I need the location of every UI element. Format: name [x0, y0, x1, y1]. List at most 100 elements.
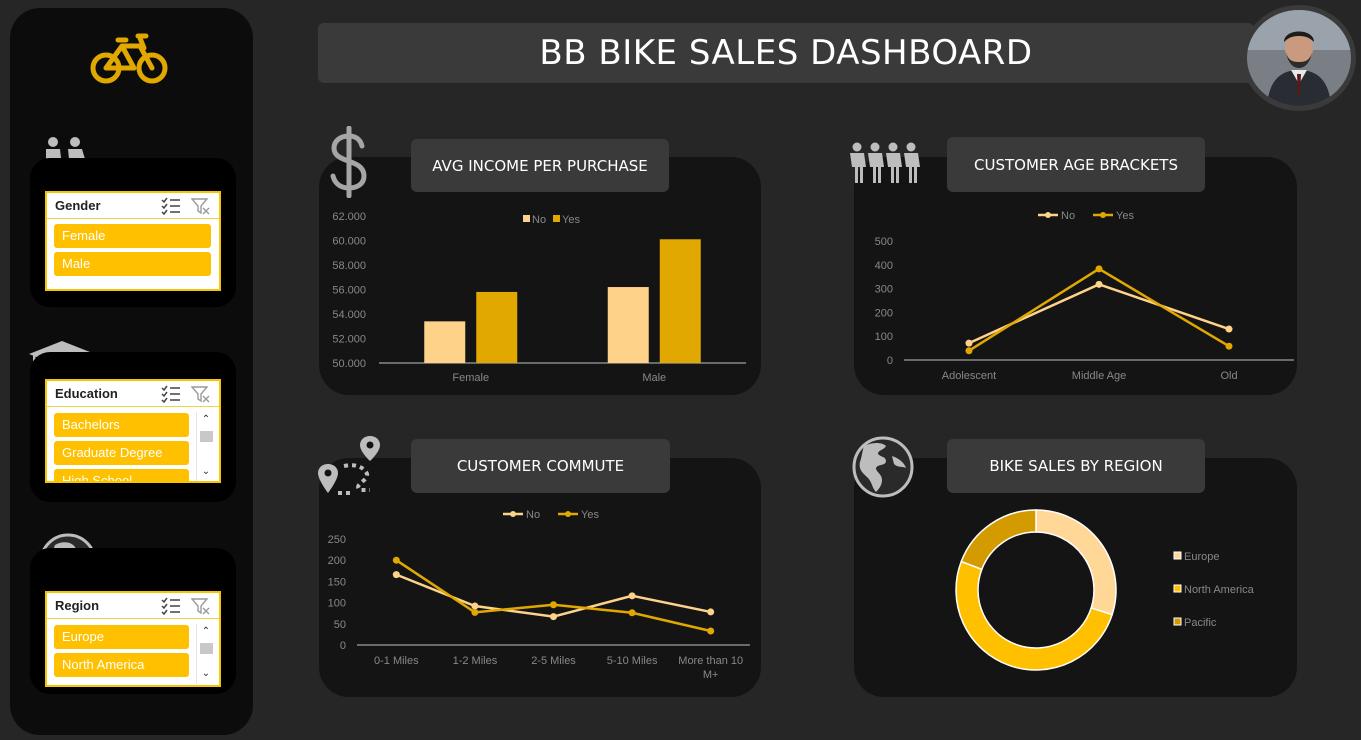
- bar: [476, 291, 518, 363]
- multi-select-icon[interactable]: [161, 385, 181, 403]
- data-point: [1225, 325, 1233, 333]
- slicer-item-graduate-degree[interactable]: Graduate Degree: [54, 441, 189, 465]
- legend-label: No: [526, 509, 540, 521]
- avatar-image: [1247, 10, 1351, 106]
- slicer-item-high-school[interactable]: High School: [54, 469, 189, 481]
- scroll-thumb[interactable]: [200, 643, 213, 654]
- legend-label: Yes: [581, 509, 599, 521]
- age-line-chart: No Yes 0 100 200 300 400 500 Adolescent Middle Ag…: [875, 210, 1294, 382]
- gender-slicer-title: Gender: [55, 198, 101, 213]
- scroll-down-icon[interactable]: ⌄: [197, 464, 215, 480]
- legend-label: North America: [1184, 584, 1255, 596]
- data-point: [628, 592, 636, 600]
- legend-marker: [523, 215, 530, 222]
- legend-marker: [1173, 617, 1182, 626]
- y-tick-label: 52.000: [332, 334, 366, 346]
- legend-label: No: [1061, 210, 1075, 222]
- education-slicer-title: Education: [55, 386, 118, 401]
- y-tick-label: 56.000: [332, 285, 366, 297]
- y-tick-label: 62.000: [332, 211, 366, 223]
- slicer-header: Education: [47, 381, 219, 407]
- x-tick-label: Old: [1220, 370, 1237, 382]
- data-point: [965, 347, 973, 355]
- legend-label: Yes: [562, 214, 580, 226]
- clear-filter-icon[interactable]: [191, 597, 211, 615]
- scroll-down-icon[interactable]: ⌄: [197, 666, 215, 682]
- y-tick-label: 54.000: [332, 309, 366, 321]
- x-tick-label: 2-5 Miles: [531, 655, 576, 667]
- y-tick-label: 200: [328, 555, 346, 567]
- slicer-header: Region: [47, 593, 219, 619]
- clear-filter-icon[interactable]: [191, 385, 211, 403]
- y-tick-label: 100: [328, 598, 346, 610]
- data-point: [392, 571, 400, 579]
- income-bar-chart: No Yes 50.000 52.000 54.000 56.000 58.000 60.00…: [332, 211, 746, 384]
- legend-marker: [553, 215, 560, 222]
- commute-line-chart: No Yes 0 50 100 150 200 250 0-1 Miles 1-2 Miles 2-…: [328, 509, 750, 681]
- legend-label: Yes: [1116, 210, 1134, 222]
- education-slicer: Education Bachelors Graduate Degree High…: [45, 379, 221, 483]
- donut-slice-pacific: [960, 509, 1037, 571]
- age-chart-title: CUSTOMER AGE BRACKETS: [947, 137, 1205, 192]
- scroll-up-icon[interactable]: ⌃: [197, 412, 215, 428]
- income-chart-title: AVG INCOME PER PURCHASE: [411, 139, 669, 192]
- scroll-up-icon[interactable]: ⌃: [197, 624, 215, 640]
- y-tick-label: 60.000: [332, 236, 366, 248]
- legend-marker-dot: [565, 511, 571, 517]
- y-tick-label: 100: [875, 331, 893, 343]
- x-tick-label: Male: [642, 372, 666, 384]
- legend-marker-dot: [1100, 212, 1106, 218]
- data-point: [628, 609, 636, 617]
- region-chart-title: BIKE SALES BY REGION: [947, 439, 1205, 493]
- x-tick-label: 0-1 Miles: [374, 655, 419, 667]
- data-point: [1225, 342, 1233, 350]
- slicer-header: Gender: [47, 193, 219, 219]
- region-slicer-title: Region: [55, 598, 100, 613]
- legend-label: Pacific: [1184, 617, 1217, 629]
- data-point: [707, 608, 715, 616]
- data-point: [392, 556, 400, 564]
- y-tick-label: 50: [334, 619, 346, 631]
- bar: [607, 287, 649, 363]
- user-avatar: [1242, 5, 1356, 111]
- y-tick-label: 400: [875, 260, 893, 272]
- series-line-no: [395, 573, 711, 618]
- x-tick-label: Middle Age: [1072, 370, 1126, 382]
- y-tick-label: 0: [340, 640, 346, 652]
- slicer-item-north-america[interactable]: North America: [54, 653, 189, 677]
- slicer-item-female[interactable]: Female: [54, 224, 211, 248]
- commute-chart-title: CUSTOMER COMMUTE: [411, 439, 670, 493]
- legend-marker-dot: [510, 511, 516, 517]
- slicer-scrollbar[interactable]: ⌃ ⌄: [196, 412, 215, 481]
- multi-select-icon[interactable]: [161, 197, 181, 215]
- y-tick-label: 250: [328, 534, 346, 546]
- y-tick-label: 500: [875, 236, 893, 248]
- y-tick-label: 150: [328, 576, 346, 588]
- dashboard-title: BB BIKE SALES DASHBOARD: [318, 23, 1254, 83]
- legend-marker-dot: [1045, 212, 1051, 218]
- legend-label: No: [532, 214, 546, 226]
- donut-slice-europe: [1035, 509, 1117, 616]
- legend-marker: [1173, 584, 1182, 593]
- data-point: [471, 608, 479, 616]
- series-line-no: [968, 282, 1230, 345]
- route-pins-icon: [318, 436, 380, 495]
- x-tick-label: More than 10 M+: [678, 655, 743, 681]
- x-tick-label: 5-10 Miles: [607, 655, 658, 667]
- data-point: [550, 601, 557, 609]
- x-tick-label: Female: [452, 372, 489, 384]
- slicer-item-male[interactable]: Male: [54, 252, 211, 276]
- clear-filter-icon[interactable]: [191, 197, 211, 215]
- series-line-yes: [395, 559, 711, 633]
- y-tick-label: 50.000: [332, 358, 366, 370]
- slicer-scrollbar[interactable]: ⌃ ⌄: [196, 624, 214, 684]
- slicer-item-bachelors[interactable]: Bachelors: [54, 413, 189, 437]
- region-donut-chart: Europe North America Pacific: [955, 509, 1255, 671]
- slicer-item-europe[interactable]: Europe: [54, 625, 189, 649]
- dollar-icon: [330, 126, 367, 198]
- y-tick-label: 300: [875, 284, 893, 296]
- scroll-thumb[interactable]: [200, 431, 213, 442]
- bar: [659, 239, 701, 363]
- y-tick-label: 0: [887, 355, 893, 367]
- multi-select-icon[interactable]: [161, 597, 181, 615]
